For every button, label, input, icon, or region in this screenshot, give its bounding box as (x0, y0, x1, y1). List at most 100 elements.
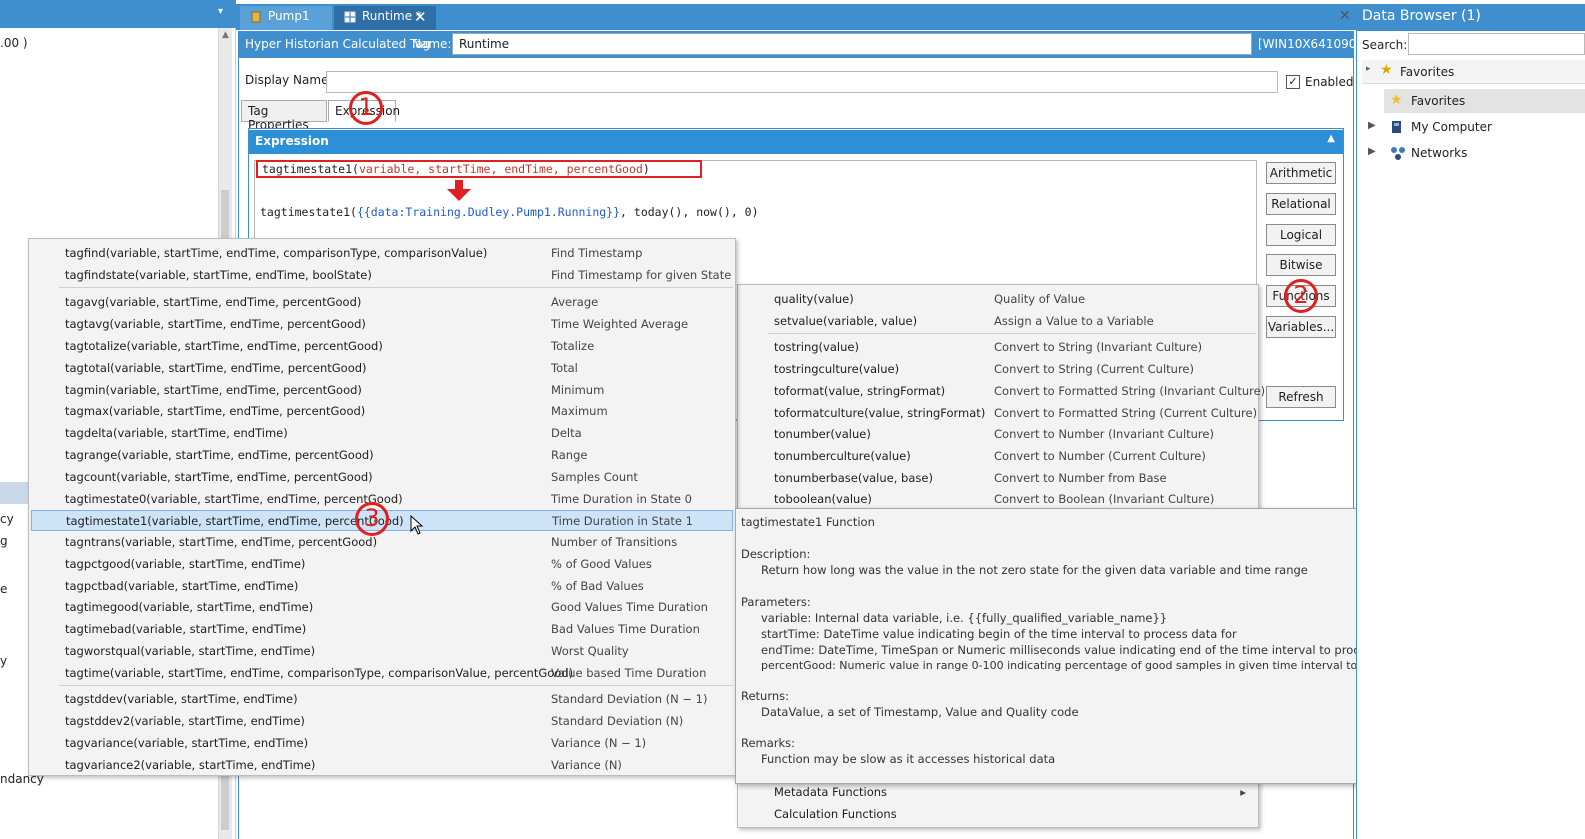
close-tab-icon[interactable]: ✕ (414, 8, 427, 26)
display-name-label: Display Name: (245, 73, 333, 87)
function-description: Good Values Time Duration (551, 600, 708, 614)
tag-icon (251, 11, 261, 23)
function-signature: tagmax(variable, startTime, endTime, per… (65, 404, 366, 418)
tree-item-my-computer[interactable]: ▶ My Computer (1366, 117, 1585, 139)
tree-item-label: My Computer (1411, 120, 1492, 134)
function-menu-item[interactable]: tagstddev(variable, startTime, endTime) S… (31, 689, 733, 710)
function-signature: tagpctbad(variable, startTime, endTime) (65, 579, 299, 593)
function-menu-item[interactable]: tagcount(variable, startTime, endTime, p… (31, 467, 733, 488)
function-signature: tagstddev2(variable, startTime, endTime) (65, 714, 305, 728)
function-description: Samples Count (551, 470, 638, 484)
expand-arrow-icon[interactable]: ▸ (1366, 64, 1371, 74)
function-signature: quality(value) (774, 292, 854, 306)
function-menu-item[interactable]: tostringculture(value) Convert to String … (740, 359, 1256, 380)
expand-arrow-icon[interactable]: ▶ (1368, 146, 1376, 157)
submenu-item[interactable]: Metadata Functions ▸ (740, 782, 1256, 803)
function-menu-item[interactable]: tostring(value) Convert to String (Invari… (740, 337, 1256, 358)
function-menu-item[interactable]: toformatculture(value, stringFormat) Conv… (740, 403, 1257, 424)
function-menu-item[interactable]: tonumberbase(value, base) Convert to Numb… (740, 468, 1256, 489)
variables-button[interactable]: Variables... (1266, 316, 1336, 338)
function-menu-item[interactable]: tagtimebad(variable, startTime, endTime)… (31, 619, 733, 640)
left-fragment: .00 ) (0, 36, 28, 50)
function-menu-item[interactable]: quality(value) Quality of Value (740, 289, 1256, 310)
function-description: Variance (N) (551, 758, 622, 772)
left-selected-row[interactable] (0, 482, 30, 504)
tree-item-networks[interactable]: ▶ Networks (1366, 143, 1585, 165)
scroll-up-icon[interactable]: ▲ (222, 30, 229, 40)
function-menu-item[interactable]: tonumber(value) Convert to Number (Invari… (740, 424, 1256, 445)
name-input[interactable]: Runtime (452, 33, 1252, 55)
close-document-icon[interactable]: ✕ (1339, 8, 1351, 24)
function-description: Convert to Number (Current Culture) (994, 449, 1206, 463)
expression-title: Expression (255, 134, 329, 148)
expression-code[interactable]: tagtimestate1({{data:Training.Dudley.Pum… (260, 205, 759, 219)
display-name-input[interactable] (326, 71, 1278, 93)
annotation-marker: 1 (349, 91, 383, 125)
function-signature: tagvariance(variable, startTime, endTime… (65, 736, 309, 750)
function-signature: tagcount(variable, startTime, endTime, p… (65, 470, 373, 484)
function-description: Maximum (551, 404, 608, 418)
refresh-button[interactable]: Refresh (1266, 386, 1336, 408)
collapse-icon[interactable]: ▲ (1327, 133, 1335, 144)
function-menu-item[interactable]: setvalue(variable, value) Assign a Value … (740, 311, 1256, 332)
function-menu-item[interactable]: tagntrans(variable, startTime, endTime, … (31, 532, 733, 553)
arithmetic-button[interactable]: Arithmetic (1266, 162, 1336, 184)
function-menu-item[interactable]: tagmin(variable, startTime, endTime, per… (31, 380, 733, 401)
tab-label: Pump1 (268, 9, 310, 23)
tab-pump1[interactable]: Pump1 (240, 6, 332, 30)
function-menu-item[interactable]: tagpctbad(variable, startTime, endTime)%… (31, 576, 733, 597)
function-description: Convert to Number (Invariant Culture) (994, 427, 1214, 441)
left-fragment: g (0, 534, 8, 548)
function-description: Convert to String (Current Culture) (994, 362, 1194, 376)
function-menu-item[interactable]: tagtimegood(variable, startTime, endTime… (31, 597, 733, 618)
function-description: Totalize (551, 339, 595, 353)
function-description: Variance (N − 1) (551, 736, 647, 750)
function-menu-item[interactable]: tagfind(variable, startTime, endTime, co… (31, 243, 733, 264)
function-signature: tagtotalize(variable, startTime, endTime… (65, 339, 383, 353)
hint-close: ) (642, 162, 650, 176)
star-icon: ★ (1380, 62, 1393, 78)
tooltip-description: Return how long was the value in the not… (761, 563, 1308, 577)
function-menu-item[interactable]: tagpctgood(variable, startTime, endTime)… (31, 554, 733, 575)
enabled-checkbox[interactable]: ✓ (1286, 75, 1300, 89)
function-menu-item[interactable]: tagfindstate(variable, startTime, endTim… (31, 265, 733, 286)
function-menu-item[interactable]: tagworstqual(variable, startTime, endTim… (31, 641, 733, 662)
function-menu-item[interactable]: tagtotal(variable, startTime, endTime, p… (31, 358, 733, 379)
function-menu-item[interactable]: tagtavg(variable, startTime, endTime, pe… (31, 314, 733, 335)
function-menu-item[interactable]: tagvariance(variable, startTime, endTime… (31, 733, 733, 754)
function-signature: tonumberbase(value, base) (774, 471, 933, 485)
tooltip-remarks: Function may be slow as it accesses hist… (761, 752, 1056, 766)
function-menu-item[interactable]: tagtime(variable, startTime, endTime, co… (31, 663, 733, 684)
function-menu-item[interactable]: tagrange(variable, startTime, endTime, p… (31, 445, 733, 466)
function-menu-item[interactable]: tagtotalize(variable, startTime, endTime… (31, 336, 733, 357)
tab-tag-properties[interactable]: Tag Properties (241, 100, 327, 132)
function-signature: tagtavg(variable, startTime, endTime, pe… (65, 317, 366, 331)
function-signature: tagfindstate(variable, startTime, endTim… (65, 268, 372, 282)
expand-arrow-icon[interactable]: ▶ (1368, 120, 1376, 131)
function-menu-item[interactable]: tagstddev2(variable, startTime, endTime)… (31, 711, 733, 732)
relational-button[interactable]: Relational (1266, 193, 1336, 215)
mouse-cursor-icon (410, 515, 424, 535)
function-menu-item[interactable]: toformat(value, stringFormat) Convert to … (740, 381, 1265, 402)
favorites-group[interactable]: ▸ ★ Favorites (1362, 60, 1585, 84)
tooltip-parameter: endTime: DateTime, TimeSpan or Numeric m… (761, 643, 1428, 657)
function-menu-item[interactable]: tonumberculture(value) Convert to Number … (740, 446, 1256, 467)
tab-label: Runtime * (362, 9, 422, 23)
bitwise-button[interactable]: Bitwise (1266, 254, 1336, 276)
network-icon (1391, 147, 1405, 160)
function-menu-item[interactable]: tagvariance2(variable, startTime, endTim… (31, 755, 733, 776)
function-menu-item[interactable]: tagmax(variable, startTime, endTime, per… (31, 401, 733, 422)
function-signature: tonumber(value) (774, 427, 871, 441)
calculated-tag-icon (344, 11, 356, 23)
chevron-down-icon[interactable]: ▾ (218, 6, 223, 17)
function-menu-item[interactable]: tagavg(variable, startTime, endTime, per… (31, 292, 733, 313)
function-signature: tostring(value) (774, 340, 859, 354)
function-description: Time Duration in State 0 (551, 492, 692, 506)
submenu-label: Metadata Functions (774, 785, 888, 799)
search-input[interactable] (1408, 33, 1585, 55)
function-menu-item[interactable]: toboolean(value) Convert to Boolean (Inva… (740, 489, 1256, 510)
logical-button[interactable]: Logical (1266, 224, 1336, 246)
function-menu-item[interactable]: tagdelta(variable, startTime, endTime) De… (31, 423, 733, 444)
submenu-item[interactable]: Calculation Functions (740, 804, 1256, 825)
tree-item-favorites[interactable]: ★ Favorites (1384, 89, 1585, 113)
